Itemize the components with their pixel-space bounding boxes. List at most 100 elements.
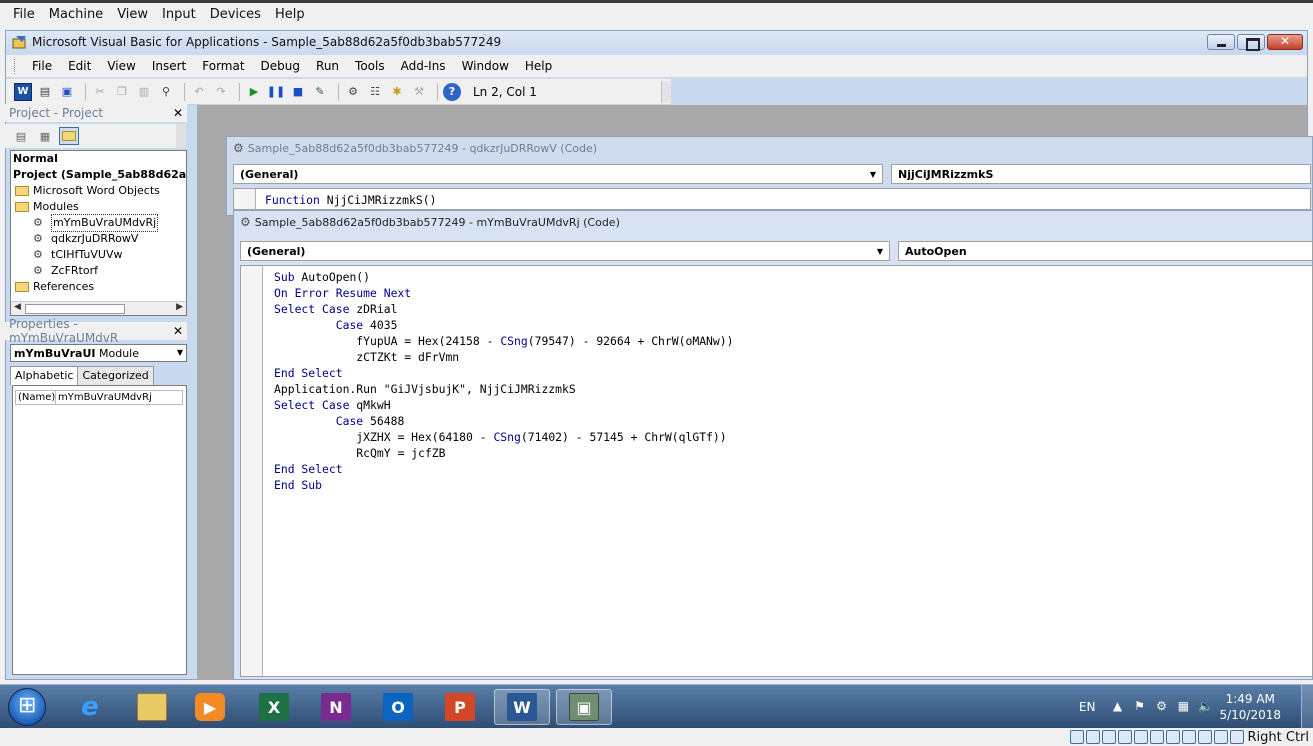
menu-edit[interactable]: Edit [60,59,99,73]
tree-horizontal-scrollbar[interactable]: ◀ ▶ [11,301,186,315]
host-menu-file[interactable]: File [6,7,42,22]
code-window-mymbuvraumdvrj[interactable]: ⚙ Sample_5ab88d62a5f0db3bab577249 - mYmB… [233,210,1313,680]
media-player-icon[interactable]: ▶ [182,689,238,725]
code-margin[interactable] [241,266,263,676]
menu-format[interactable]: Format [194,59,252,73]
video-capture-icon[interactable] [1181,730,1196,744]
usb-icon[interactable] [1133,730,1148,744]
menu-tools[interactable]: Tools [347,59,393,73]
chevron-down-icon[interactable]: ▼ [877,247,883,256]
host-menu-input[interactable]: Input [155,7,203,22]
onenote-icon[interactable]: N [308,689,364,725]
outlook-icon[interactable]: O [370,689,426,725]
keyboard-icon[interactable] [1229,730,1244,744]
tree-word-objects[interactable]: Microsoft Word Objects [11,183,186,199]
design-mode-icon[interactable]: ✎ [311,83,329,101]
tree-module-item[interactable]: ⚙ tCIHfTuVUVw [11,247,186,263]
view-code-icon[interactable]: ▤ [11,127,31,145]
menu-file[interactable]: File [24,59,60,73]
redo-icon[interactable]: ↷ [212,83,230,101]
object-browser-icon[interactable]: ✱ [388,83,406,101]
view-object-icon[interactable]: ▦ [35,127,55,145]
toolbox-icon[interactable]: ⚒ [410,83,428,101]
volume-icon[interactable]: 🔈 [1197,699,1213,715]
menubar-grip[interactable] [14,58,18,74]
tree-module-item[interactable]: ⚙ ZcFRtorf [11,263,186,279]
scroll-right-icon[interactable]: ▶ [176,302,183,312]
host-menu-machine[interactable]: Machine [42,7,110,22]
display-icon[interactable] [1165,730,1180,744]
tree-module-item[interactable]: ⚙ qdkzrJuDRRowV [11,231,186,247]
run-icon[interactable]: ▶ [245,83,263,101]
hdd-icon[interactable] [1069,730,1084,744]
chevron-down-icon[interactable]: ▼ [177,348,183,357]
toolbar-options-icon[interactable] [661,81,671,103]
copy-icon[interactable]: ❐ [113,83,131,101]
properties-window-icon[interactable]: ☷ [366,83,384,101]
remote-desktop-icon[interactable]: ▣ [556,689,612,725]
mouse-integration-icon[interactable] [1213,730,1228,744]
menu-window[interactable]: Window [454,59,517,73]
tray-app-icon[interactable]: ⚙ [1153,699,1169,715]
menu-run[interactable]: Run [308,59,347,73]
object-combo[interactable]: (General) ▼ [240,241,890,261]
code-margin[interactable] [234,189,256,209]
properties-object-select[interactable]: mYmBuVraUI Module ▼ [10,344,187,362]
powerpoint-icon[interactable]: P [432,689,488,725]
minimize-button[interactable] [1207,34,1235,50]
tree-references[interactable]: References [11,279,186,295]
menu-insert[interactable]: Insert [144,59,194,73]
code-window-title[interactable]: ⚙ Sample_5ab88d62a5f0db3bab577249 - qdkz… [227,137,1312,159]
clock[interactable]: 1:49 AM 5/10/2018 [1219,691,1281,723]
tab-categorized[interactable]: Categorized [77,366,154,386]
chevron-down-icon[interactable]: ▼ [870,170,876,179]
project-pane-title[interactable]: Project - Project ✕ [5,104,187,122]
tree-module-item[interactable]: ⚙ mYmBuVraUMdvRj [11,214,186,232]
code-editor[interactable]: Sub AutoOpen() On Error Resume Next Sele… [240,265,1313,677]
menu-debug[interactable]: Debug [253,59,308,73]
menu-addins[interactable]: Add-Ins [393,59,454,73]
procedure-combo[interactable]: NjjCiJMRizzmkS [891,164,1311,184]
property-value[interactable]: mYmBuVraUMdvRj [56,392,152,403]
property-row[interactable]: (Name) mYmBuVraUMdvRj [15,390,183,405]
break-icon[interactable]: ❚❚ [267,83,285,101]
explorer-icon[interactable] [124,689,180,725]
cpu-icon[interactable] [1197,730,1212,744]
save-icon[interactable]: ▣ [58,83,76,101]
language-indicator[interactable]: EN [1079,700,1096,714]
network-icon[interactable]: ▦ [1175,699,1191,715]
network-adapter-icon[interactable] [1117,730,1132,744]
reset-icon[interactable]: ■ [289,83,307,101]
project-toolbar-scroll[interactable] [176,124,186,148]
undo-icon[interactable]: ↶ [190,83,208,101]
close-button[interactable] [1267,34,1303,50]
view-word-icon[interactable]: W [14,82,32,101]
ie-icon[interactable]: e [62,689,118,725]
menu-view[interactable]: View [99,59,143,73]
show-desktop-button[interactable] [1301,685,1313,729]
tree-modules[interactable]: Modules [11,199,186,215]
scroll-left-icon[interactable]: ◀ [14,302,21,312]
project-explorer-icon[interactable]: ⚙ [344,83,362,101]
project-pane-close-icon[interactable]: ✕ [171,106,185,120]
paste-icon[interactable]: ▥ [135,83,153,101]
toggle-folders-icon[interactable] [59,127,79,145]
vba-titlebar[interactable]: Microsoft Visual Basic for Applications … [6,31,1307,53]
procedure-combo[interactable]: AutoOpen [898,241,1313,261]
word-icon[interactable]: W [494,689,550,725]
host-menu-view[interactable]: View [110,7,155,22]
shared-folders-icon[interactable] [1149,730,1164,744]
help-icon[interactable]: ? [443,82,461,101]
host-menu-help[interactable]: Help [268,7,312,22]
tab-alphabetic[interactable]: Alphabetic [10,366,79,386]
tree-normal[interactable]: Normal [11,151,186,167]
code-editor[interactable]: Function NjjCiJMRizzmkS() [233,188,1311,210]
audio-icon[interactable] [1101,730,1116,744]
properties-pane-close-icon[interactable]: ✕ [171,324,185,338]
code-window-title[interactable]: ⚙ Sample_5ab88d62a5f0db3bab577249 - mYmB… [234,211,1312,233]
optical-drive-icon[interactable] [1085,730,1100,744]
excel-icon[interactable]: X [246,689,302,725]
properties-pane-title[interactable]: Properties - mYmBuVraUMdvR ✕ [5,317,187,345]
start-button[interactable] [8,688,46,726]
tree-project[interactable]: Project (Sample_5ab88d62a5f [11,167,186,183]
